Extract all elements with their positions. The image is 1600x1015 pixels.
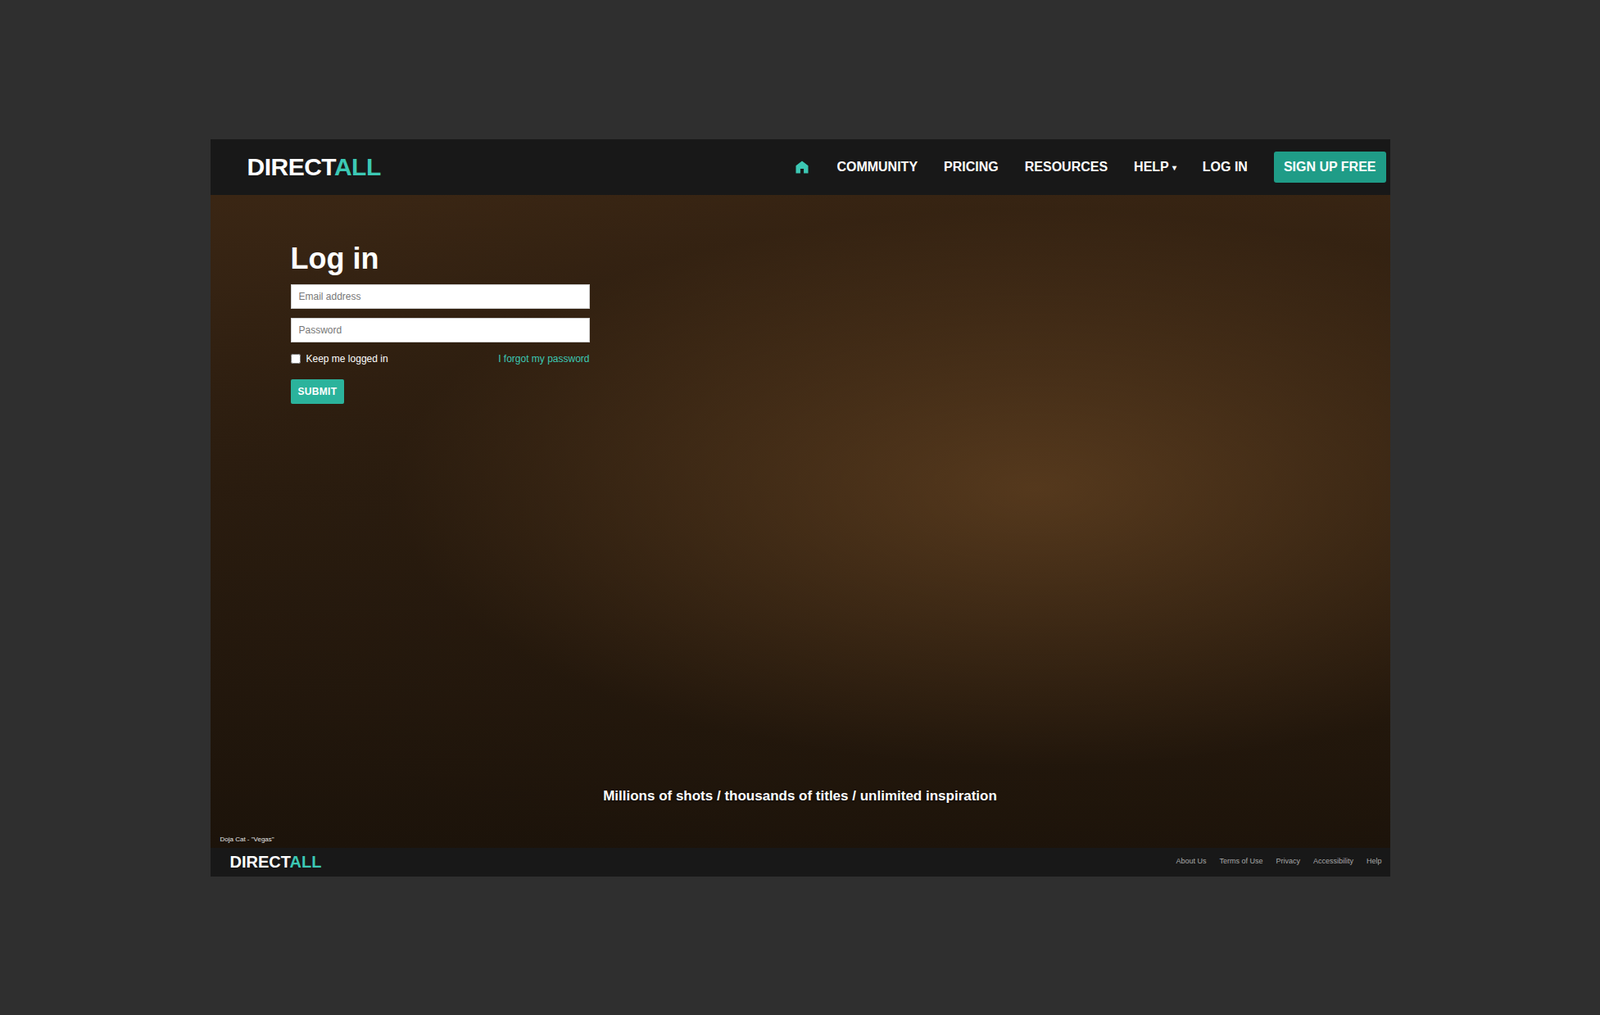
photo-caption: Doja Cat - "Vegas"	[210, 806, 1391, 848]
email-field[interactable]	[290, 284, 590, 309]
footer-links: About Us Terms of Use Privacy Accessibility…	[1175, 856, 1382, 868]
nav-link[interactable]: LOG IN	[1202, 157, 1248, 177]
nav-link[interactable]: COMMUNITY	[836, 157, 918, 177]
footer-link[interactable]: Help	[1366, 856, 1383, 868]
logo-first: DIRECT	[247, 153, 335, 181]
nav-link[interactable]: RESOURCES	[1024, 157, 1108, 177]
remember-checkbox[interactable]	[290, 353, 301, 364]
nav-menu: COMMUNITY PRICING RESOURCES HELP▾ LOG IN SIGN…	[793, 151, 1386, 183]
footer-link[interactable]: Terms of Use	[1219, 856, 1263, 868]
footer-link[interactable]: Privacy	[1275, 856, 1301, 868]
password-field[interactable]	[290, 317, 590, 343]
login-form: Log in Keep me logged in I forgot my passw…	[290, 240, 590, 404]
remember-label[interactable]: Keep me logged in	[290, 351, 389, 367]
submit-label: SUBMIT	[298, 385, 338, 398]
signup-label: SIGN UP FREE	[1283, 159, 1377, 174]
nav-link[interactable]: PRICING	[943, 157, 999, 177]
help-label: HELP	[1133, 159, 1170, 174]
nav-label: RESOURCES	[1024, 159, 1108, 174]
nav-label: PRICING	[943, 159, 999, 174]
top-navbar: DIRECTALL COMMUNITY PRICING RESOURCES HELP▾ L…	[210, 139, 1391, 195]
login-title: Log in	[290, 240, 590, 277]
logo[interactable]: DIRECTALL	[230, 853, 322, 871]
logo[interactable]: DIRECTALL	[247, 154, 381, 180]
logo-second: ALL	[289, 852, 322, 871]
footer-link[interactable]: About Us	[1175, 856, 1206, 868]
hero-photo: Log in Keep me logged in I forgot my passw…	[210, 194, 1391, 848]
nav-label: LOG IN	[1202, 159, 1248, 174]
help-dropdown[interactable]: HELP▾	[1133, 157, 1177, 177]
page-frame: DIRECTALLCOMMUNITYPRICINGRESOURCESHELP▾L…	[210, 139, 1391, 877]
page-footer: DIRECTALL About Us Terms of Use Privacy Acce…	[210, 847, 1391, 877]
forgot-password-link[interactable]: I forgot my password	[498, 351, 590, 367]
logo-first: DIRECT	[230, 852, 291, 871]
signup-button[interactable]: SIGN UP FREE	[1273, 151, 1387, 183]
home-icon[interactable]	[793, 158, 811, 176]
remember-text: Keep me logged in	[306, 351, 389, 367]
tagline: Millions of shots / thousands of titles …	[210, 785, 1391, 807]
caret-icon: ▾	[1172, 163, 1177, 173]
submit-button[interactable]: SUBMIT	[290, 379, 345, 404]
home-link[interactable]	[793, 158, 811, 176]
remember-row: Keep me logged in I forgot my password	[290, 351, 590, 367]
footer-link[interactable]: Accessibility	[1313, 856, 1354, 868]
nav-label: COMMUNITY	[836, 159, 918, 174]
logo-second: ALL	[334, 153, 381, 181]
